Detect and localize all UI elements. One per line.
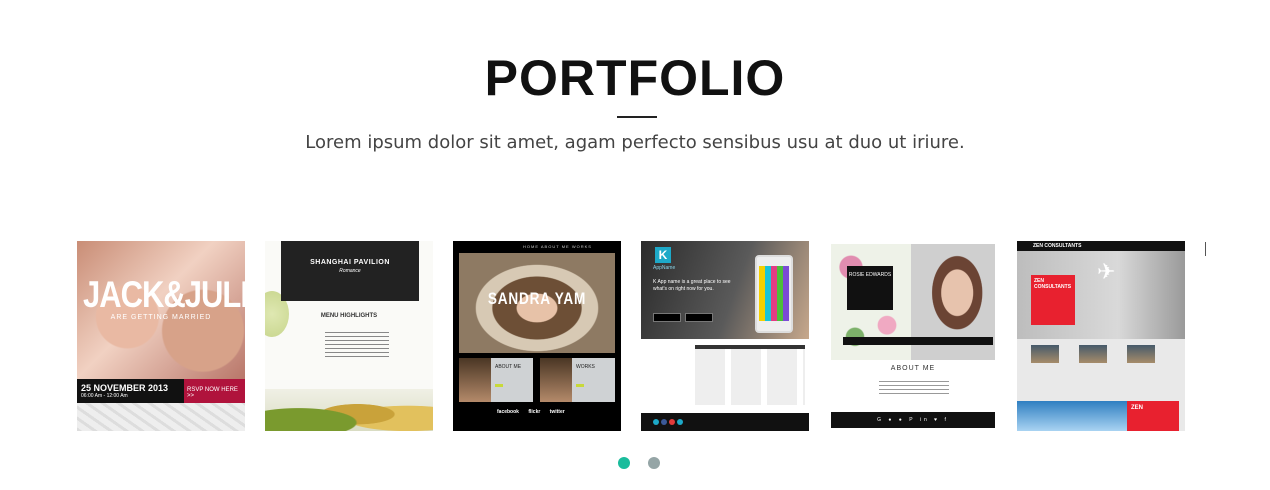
facebook-icon: [661, 419, 667, 425]
brand-bar: ZEN CONSULTANTS: [1017, 241, 1185, 251]
map-image: [77, 403, 245, 431]
social-links: facebook flickr twitter: [497, 409, 565, 415]
portfolio-item-consulting[interactable]: ZEN CONSULTANTS ZEN CONSULTANTS ✈ ZEN: [1017, 241, 1185, 431]
carousel-pagination: [618, 456, 674, 469]
wedding-time: 06:00 Am - 12:00 Am: [81, 393, 128, 399]
portfolio-item-personal[interactable]: HOME ABOUT ME WORKS SANDRA YAM ABOUT ME …: [453, 241, 621, 431]
name-card: ROSIE EDWARDS: [847, 266, 893, 310]
pagination-dot-1[interactable]: [618, 457, 630, 469]
about-heading: ABOUT ME: [890, 365, 936, 372]
menu-heading: MENU HIGHLIGHTS: [320, 313, 378, 319]
restaurant-header: SHANGHAI PAVILION Romance: [281, 241, 419, 301]
project-thumb: [1127, 345, 1155, 363]
google-plus-icon: [669, 419, 675, 425]
sky-image: [1017, 401, 1127, 431]
portfolio-item-wedding[interactable]: JACK&JULIE ARE GETTING MARRIED 25 NOVEMB…: [77, 241, 245, 431]
app-logo-icon: K: [655, 247, 671, 263]
project-thumb: [1079, 345, 1107, 363]
site-nav: HOME ABOUT ME WORKS: [523, 244, 592, 249]
site-nav: [843, 337, 993, 345]
app-tagline: K App name is a great place to see what'…: [653, 279, 731, 292]
works-label: WORKS: [576, 364, 595, 370]
social-footer: G ● ● P in ♥ f: [831, 412, 995, 428]
about-panel: ABOUT ME: [459, 358, 533, 402]
phone-image: [755, 255, 793, 333]
wedding-headline: JACK&JULIE: [83, 273, 245, 316]
linkedin-icon: [677, 419, 683, 425]
about-button: [495, 384, 503, 387]
app-store-badge: [653, 313, 681, 322]
google-play-badge: [685, 313, 713, 322]
portfolio-subtitle: Lorem ipsum dolor sit amet, agam perfect…: [305, 132, 965, 153]
app-footer: [641, 413, 809, 431]
vegetables-image: [265, 389, 433, 431]
app-name: AppName: [653, 265, 676, 271]
menu-list: [325, 329, 389, 360]
project-thumb: [1031, 345, 1059, 363]
portfolio-title: PORTFOLIO: [484, 50, 786, 106]
works-panel: WORKS: [540, 358, 615, 402]
footer-red-box: ZEN: [1127, 401, 1179, 431]
title-divider: [617, 116, 657, 118]
wedding-date: 25 NOVEMBER 2013: [81, 383, 169, 393]
twitter-icon: [653, 419, 659, 425]
hero-name: SANDRA YAM: [487, 289, 587, 308]
portfolio-item-restaurant[interactable]: SHANGHAI PAVILION Romance MENU HIGHLIGHT…: [265, 241, 433, 431]
restaurant-name: SHANGHAI PAVILION: [310, 259, 390, 266]
portfolio-item-about[interactable]: ROSIE EDWARDS ABOUT ME G ● ● P in ♥ f: [829, 241, 997, 431]
wedding-date-bar: 25 NOVEMBER 2013 06:00 Am - 12:00 Am: [77, 379, 184, 403]
feature-cards: [695, 345, 805, 405]
works-photo: [540, 358, 572, 402]
portfolio-item-app[interactable]: K AppName K App name is a great place to…: [641, 241, 809, 431]
restaurant-tagline: Romance: [339, 268, 361, 274]
wedding-tagline: ARE GETTING MARRIED: [110, 314, 212, 321]
rsvp-button: RSVP NOW HERE >>: [184, 379, 245, 403]
seagull-icon: ✈: [1097, 259, 1116, 284]
about-text: [879, 378, 949, 397]
works-button: [576, 384, 584, 387]
about-photo: [459, 358, 491, 402]
pagination-dot-2[interactable]: [648, 457, 661, 469]
about-label: ABOUT ME: [495, 364, 522, 370]
hero-red-box: ZEN CONSULTANTS: [1031, 275, 1075, 325]
next-item-edge: [1205, 242, 1206, 256]
